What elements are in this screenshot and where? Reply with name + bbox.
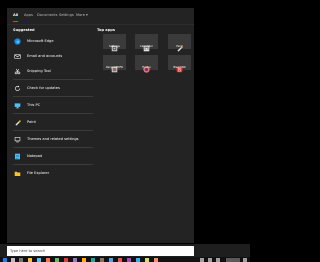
suggested-item-paint[interactable]: Paint [11,115,95,129]
suggested-item-label: This PC [27,103,41,107]
app-icon[interactable] [64,257,68,262]
taskbar-icons-strip [0,257,250,262]
system-tray-icon[interactable] [200,257,204,262]
search-input[interactable]: Type here to search [7,246,194,256]
brush-icon [14,136,21,143]
suggested-item-label: Snipping Tool [27,69,51,73]
suggested-item-label: Email and accounts [27,54,63,58]
notepad-icon [14,153,21,160]
mail-icon [14,53,21,60]
tab-all[interactable]: All [13,13,18,17]
suggested-title: Suggested [13,28,35,32]
volume-icon[interactable] [216,257,220,262]
filter-tabs: All Apps Documents Settings More ▾ [7,8,194,25]
top-app-label: Paint [176,44,183,48]
folder-icon [14,170,21,177]
divider [13,164,93,165]
divider [13,96,93,97]
suggested-item-label: File Explorer [27,171,50,175]
app-icon[interactable] [145,257,149,262]
top-apps-title: Top apps [97,28,115,32]
top-app-settings[interactable]: Settings [103,34,126,52]
suggested-item-this-pc[interactable]: This PC [11,98,95,112]
app-icon[interactable] [82,257,86,262]
app-icon[interactable] [109,257,113,262]
edge-icon [14,37,21,45]
suggested-item-microsoft-edge[interactable]: Microsoft Edge [11,34,95,48]
notifications-icon[interactable] [243,257,247,262]
calculator-icon [143,37,150,52]
top-app-calculator[interactable]: Calculator [135,34,158,52]
app-icon [111,58,118,73]
app-icon[interactable] [154,257,158,262]
task-view-icon[interactable] [19,257,23,262]
suggested-item-snipping-tool[interactable]: Snipping Tool [11,64,95,78]
top-app-label: Firefox [142,65,151,69]
tab-more[interactable]: More ▾ [76,13,88,17]
top-app-paint[interactable]: Paint [168,34,191,52]
app-icon[interactable] [118,257,122,262]
divider [13,79,93,80]
app-icon[interactable] [127,257,131,262]
app-icon[interactable] [73,257,77,262]
paint-icon [176,37,183,52]
settings-icon [111,37,118,52]
suggested-item-label: Notepad [27,154,43,158]
network-icon[interactable] [208,257,212,262]
suggested-item-label: Paint [27,120,36,124]
suggested-item-check-for-updates[interactable]: Check for updates [11,81,95,95]
suggested-item-label: Themes and related settings [27,137,79,141]
top-app-recyclepdfr[interactable]: RecyclePDFR [103,55,126,73]
top-app-label: Settings [109,44,120,48]
app-icon[interactable] [100,257,104,262]
suggested-item-notepad[interactable]: Notepad [11,149,95,163]
firefox-icon [143,58,150,73]
tab-settings[interactable]: Settings [59,13,74,17]
app-icon[interactable] [55,257,59,262]
tab-documents[interactable]: Documents [37,13,58,17]
search-icon[interactable] [11,257,15,262]
refresh-icon [14,85,21,92]
suggested-item-email-and-accounts[interactable]: Email and accounts [11,49,95,63]
divider [13,147,93,148]
suggested-item-file-explorer[interactable]: File Explorer [11,166,95,180]
folder-icon[interactable] [28,257,32,262]
windows-start-icon[interactable] [3,257,7,262]
top-app-firefox[interactable]: Firefox [135,55,158,73]
search-placeholder: Type here to search [10,249,46,253]
top-app-label: Calculator [139,44,154,48]
divider [13,130,93,131]
clock[interactable] [226,257,240,262]
app-icon[interactable] [37,257,41,262]
paint-icon [14,119,21,126]
start-search-panel: All Apps Documents Settings More ▾ Sugge… [7,8,194,243]
computer-icon [14,102,21,109]
taskbar: Type here to search [0,244,250,262]
active-tab-indicator [13,21,18,22]
bleachbit-icon: B [176,58,183,73]
app-icon[interactable] [136,257,140,262]
top-app-label: BleachBit [173,65,186,69]
top-app-label: RecyclePDFR [106,65,123,69]
divider [13,113,93,114]
suggested-item-themes-and-related-settings[interactable]: Themes and related settings [11,132,95,146]
scissors-icon [14,68,21,75]
app-icon[interactable] [91,257,95,262]
suggested-item-label: Check for updates [27,86,60,90]
firefox-icon[interactable] [46,257,50,262]
top-app-bleachbit[interactable]: B BleachBit [168,55,191,73]
tab-apps[interactable]: Apps [24,13,33,17]
suggested-item-label: Microsoft Edge [27,39,54,43]
